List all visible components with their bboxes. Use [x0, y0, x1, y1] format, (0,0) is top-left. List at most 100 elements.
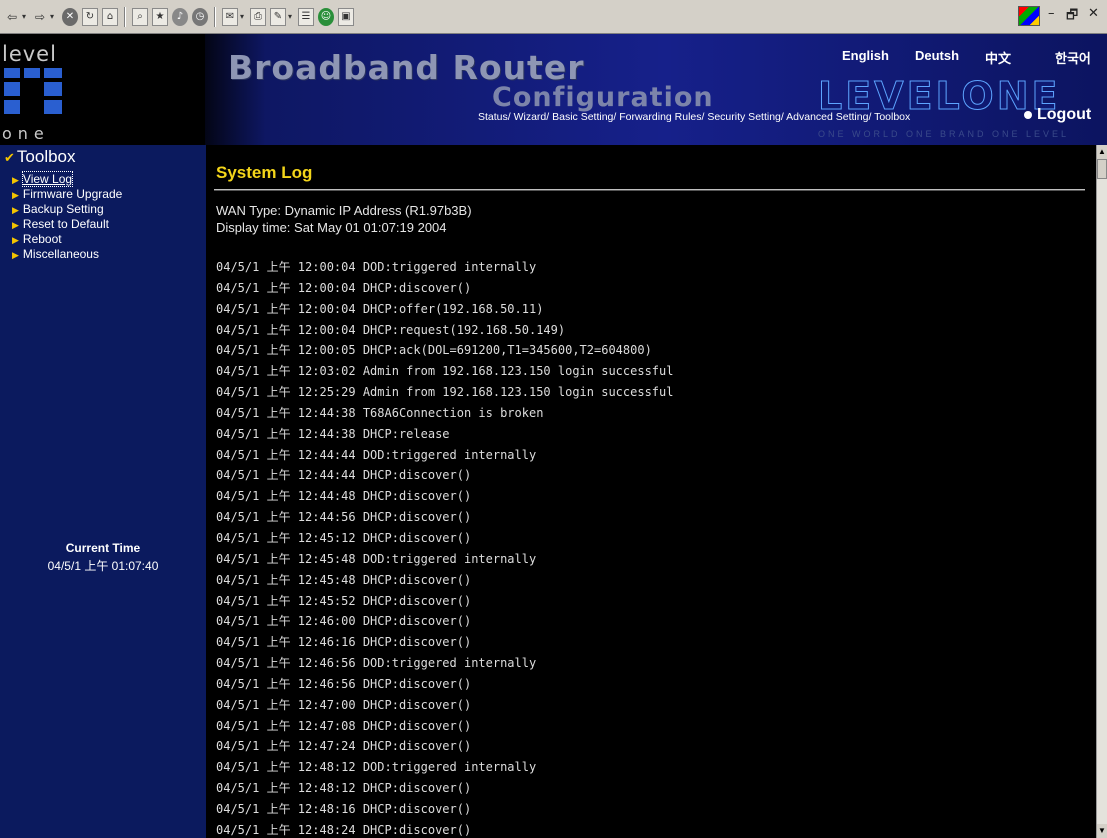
arrow-right-icon: ▶: [12, 250, 19, 260]
media-icon[interactable]: ♪: [172, 8, 188, 26]
edit-icon[interactable]: ✎: [270, 8, 286, 26]
log-entry: 04/5/1 上午 12:03:02 Admin from 192.168.12…: [216, 364, 674, 379]
sidebar-item-label: Backup Setting: [22, 202, 104, 216]
logo-blocks-icon: [4, 68, 64, 124]
sidebar-item-reboot[interactable]: ▶ Reboot: [12, 232, 122, 247]
sidebar-item-label: Reset to Default: [22, 217, 109, 231]
brand-tagline: ONE WORLD ONE BRAND ONE LEVEL: [818, 129, 1070, 139]
sidebar-item-view-log[interactable]: ▶ View Log: [12, 171, 122, 187]
logout-button[interactable]: Logout: [1024, 106, 1091, 124]
log-entry: 04/5/1 上午 12:00:05 DHCP:ack(DOL=691200,T…: [216, 343, 652, 358]
restore-icon[interactable]: 🗗: [1066, 6, 1078, 28]
forward-button[interactable]: ⇨: [32, 8, 48, 26]
log-entry: 04/5/1 上午 12:48:24 DHCP:discover(): [216, 822, 472, 837]
scroll-up-arrow-icon[interactable]: ▲: [1097, 145, 1107, 159]
log-entry: 04/5/1 上午 12:46:56 DOD:triggered interna…: [216, 656, 537, 671]
current-time-label: Current Time: [65, 541, 141, 555]
close-icon[interactable]: ✕: [1088, 6, 1099, 21]
log-entry: 04/5/1 上午 12:47:00 DHCP:discover(): [216, 697, 472, 712]
messenger-icon[interactable]: ☺: [318, 8, 334, 26]
sidebar-item-reset-to-default[interactable]: ▶ Reset to Default: [12, 217, 122, 232]
log-entry: 04/5/1 上午 12:46:00 DHCP:discover(): [216, 614, 472, 629]
back-dropdown-icon[interactable]: ▾: [20, 8, 28, 26]
log-entry: 04/5/1 上午 12:48:12 DOD:triggered interna…: [216, 760, 537, 775]
check-icon: ✔: [4, 150, 15, 165]
windows-logo-icon: [1018, 6, 1040, 26]
router-banner: level one Broadband Router Configuration…: [0, 34, 1107, 145]
log-entry: 04/5/1 上午 12:45:48 DHCP:discover(): [216, 572, 472, 587]
toolbar-separator: [124, 7, 126, 27]
sidebar-item-label: Miscellaneous: [22, 247, 99, 261]
log-entry: 04/5/1 上午 12:25:29 Admin from 192.168.12…: [216, 385, 674, 400]
levelone-logo: level one: [0, 34, 205, 145]
main-content: System Log WAN Type: Dynamic IP Address …: [206, 145, 1096, 838]
home-icon[interactable]: ⌂: [102, 8, 118, 26]
language-deutsch-link[interactable]: Deutsh: [915, 48, 959, 63]
log-entry: 04/5/1 上午 12:45:48 DOD:triggered interna…: [216, 551, 537, 566]
arrow-right-icon: ▶: [12, 220, 19, 230]
print-icon[interactable]: ⎙: [250, 8, 266, 26]
language-english-link[interactable]: English: [842, 48, 889, 63]
logout-bullet-icon: [1024, 110, 1032, 119]
banner-subtitle: Configuration: [492, 82, 714, 113]
arrow-right-icon: ▶: [12, 205, 19, 215]
log-entry: 04/5/1 上午 12:44:38 DHCP:release: [216, 426, 450, 441]
research-icon[interactable]: ▣: [338, 8, 354, 26]
sidebar-menu: ▶ View Log ▶ Firmware Upgrade ▶ Backup Sett…: [12, 171, 122, 262]
log-entry: 04/5/1 上午 12:00:04 DHCP:offer(192.168.50…: [216, 301, 544, 316]
back-button[interactable]: ⇦: [4, 8, 20, 26]
search-icon[interactable]: ⌕: [132, 8, 148, 26]
arrow-right-icon: ▶: [12, 175, 19, 185]
log-entry: 04/5/1 上午 12:44:56 DHCP:discover(): [216, 510, 472, 525]
log-entry: 04/5/1 上午 12:48:16 DHCP:discover(): [216, 801, 472, 816]
history-icon[interactable]: ◷: [192, 8, 208, 26]
log-entry: 04/5/1 上午 12:46:16 DHCP:discover(): [216, 635, 472, 650]
toolbar-separator: [214, 7, 216, 27]
refresh-icon[interactable]: ↻: [82, 8, 98, 26]
log-entry: 04/5/1 上午 12:45:12 DHCP:discover(): [216, 530, 472, 545]
mail-dropdown-icon[interactable]: ▾: [238, 8, 246, 26]
browser-toolbar: ⇦ ▾ ⇨ ▾ ✕ ↻ ⌂ ⌕ ★ ♪ ◷ ✉ ▾ ⎙ ✎ ▾ ☰ ☺ ▣ – …: [0, 0, 1107, 34]
scrollbar-thumb[interactable]: [1097, 159, 1107, 179]
system-log-list: 04/5/1 上午 12:00:04 DOD:triggered interna…: [216, 257, 673, 838]
sidebar-item-firmware-upgrade[interactable]: ▶ Firmware Upgrade: [12, 187, 122, 202]
page-title: System Log: [216, 163, 313, 182]
logo-one-text: one: [2, 124, 50, 143]
discuss-icon[interactable]: ☰: [298, 8, 314, 26]
arrow-right-icon: ▶: [12, 190, 19, 200]
wan-type-text: WAN Type: Dynamic IP Address (R1.97b3B): [216, 203, 472, 218]
log-entry: 04/5/1 上午 12:00:04 DOD:triggered interna…: [216, 260, 537, 274]
forward-dropdown-icon[interactable]: ▾: [48, 8, 56, 26]
sidebar-item-miscellaneous[interactable]: ▶ Miscellaneous: [12, 247, 122, 262]
sidebar-header: ✔ Toolbox: [4, 147, 76, 167]
sidebar-item-label: Reboot: [22, 232, 62, 246]
log-entry: 04/5/1 上午 12:45:52 DHCP:discover(): [216, 593, 472, 608]
scroll-down-arrow-icon[interactable]: ▼: [1097, 824, 1107, 838]
log-entry: 04/5/1 上午 12:00:04 DHCP:discover(): [216, 280, 472, 295]
language-korean-link[interactable]: 한국어: [1055, 48, 1091, 67]
sidebar-item-backup-setting[interactable]: ▶ Backup Setting: [12, 202, 122, 217]
log-entry: 04/5/1 上午 12:44:44 DOD:triggered interna…: [216, 447, 537, 462]
stop-icon[interactable]: ✕: [62, 8, 78, 26]
current-time-value: 04/5/1 上午 01:07:40: [47, 559, 159, 573]
display-time-text: Display time: Sat May 01 01:07:19 2004: [216, 220, 447, 235]
arrow-right-icon: ▶: [12, 235, 19, 245]
edit-dropdown-icon[interactable]: ▾: [286, 8, 294, 26]
vertical-scrollbar[interactable]: ▲ ▼: [1096, 145, 1107, 838]
minimize-icon[interactable]: –: [1048, 6, 1055, 21]
toolbox-sidebar: ✔ Toolbox ▶ View Log ▶ Firmware Upgrade ▶ Ba…: [0, 145, 206, 838]
log-entry: 04/5/1 上午 12:47:08 DHCP:discover(): [216, 718, 472, 733]
language-chinese-link[interactable]: 中文: [985, 48, 1011, 67]
log-entry: 04/5/1 上午 12:44:48 DHCP:discover(): [216, 489, 472, 504]
log-entry: 04/5/1 上午 12:46:56 DHCP:discover(): [216, 676, 472, 691]
mail-icon[interactable]: ✉: [222, 8, 238, 26]
sidebar-item-label: Firmware Upgrade: [22, 187, 123, 201]
logo-level-text: level: [2, 42, 57, 66]
top-nav-links[interactable]: Status/ Wizard/ Basic Setting/ Forwardin…: [478, 111, 910, 123]
favorites-icon[interactable]: ★: [152, 8, 168, 26]
log-entry: 04/5/1 上午 12:47:24 DHCP:discover(): [216, 739, 472, 754]
log-entry: 04/5/1 上午 12:00:04 DHCP:request(192.168.…: [216, 322, 566, 337]
log-entry: 04/5/1 上午 12:48:12 DHCP:discover(): [216, 781, 472, 796]
logout-label: Logout: [1037, 106, 1092, 123]
sidebar-item-label: View Log: [21, 171, 74, 187]
